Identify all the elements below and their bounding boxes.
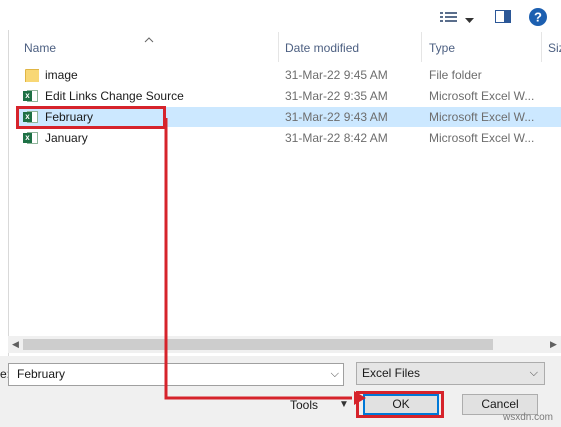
watermark: wsxdn.com <box>503 412 554 423</box>
annotation-arrow <box>164 118 366 405</box>
